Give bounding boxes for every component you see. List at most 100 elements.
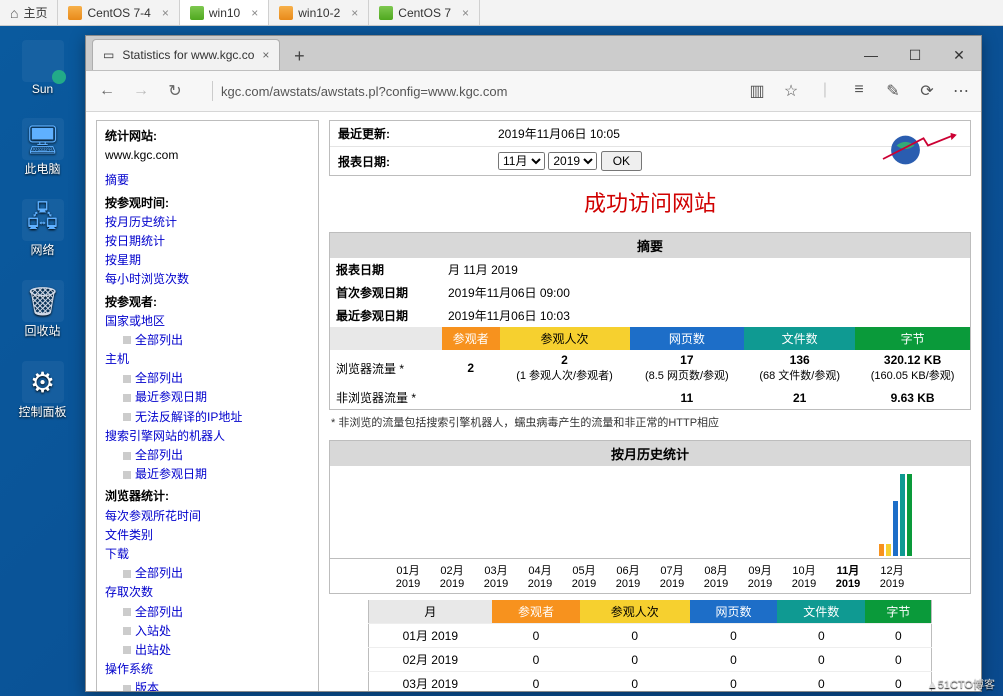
month-select[interactable]: 11月 (498, 152, 545, 170)
report-date-label: 报表日期: (338, 153, 428, 170)
notes-icon[interactable]: ✎ (883, 81, 903, 101)
minimize-button[interactable]: — (849, 40, 893, 70)
success-banner: 成功访问网站 (329, 182, 971, 226)
link-access[interactable]: 存取次数 (105, 585, 153, 599)
link-robots[interactable]: 搜索引擎网站的机器人 (105, 429, 225, 443)
address-bar[interactable]: kgc.com/awstats/awstats.pl?config=www.kg… (198, 78, 735, 104)
heading-by-visitor: 按参观者: (105, 293, 310, 312)
summary-note: * 非浏览的流量包括搜索引擎机器人，蠕虫病毒产生的流量和非正常的HTTP相应 (329, 410, 971, 434)
table-row: 03月 201900000 (368, 672, 932, 692)
heading-browser-stats: 浏览器统计: (105, 487, 310, 506)
link-file-type[interactable]: 文件类别 (105, 528, 153, 542)
close-icon[interactable]: × (262, 48, 269, 62)
hub-icon[interactable]: ≡ (849, 81, 869, 101)
link-os-version[interactable]: 版本 (135, 679, 159, 691)
row-nonbrowser-traffic: 非浏览器流量 * 11 21 9.63 KB (330, 386, 971, 410)
vm-icon (68, 6, 82, 20)
monthly-axis: 01月201902月201903月201904月201905月201906月20… (329, 559, 971, 594)
link-monthly[interactable]: 按月历史统计 (105, 215, 177, 229)
folder-icon (22, 40, 64, 82)
close-icon[interactable]: × (462, 6, 469, 20)
share-icon[interactable]: ⟳ (917, 81, 937, 101)
watermark: ▲51CTO博客 (927, 676, 995, 692)
new-tab-button[interactable]: + (284, 42, 314, 70)
link-download-all[interactable]: 全部列出 (135, 564, 183, 583)
link-access-exit[interactable]: 出站处 (135, 641, 171, 660)
browser-toolbar: ← → ↻ kgc.com/awstats/awstats.pl?config=… (86, 70, 981, 112)
link-os[interactable]: 操作系统 (105, 662, 153, 676)
header-panel: 最近更新: 2019年11月06日 10:05 报表日期: (329, 120, 971, 176)
link-host-all[interactable]: 全部列出 (135, 369, 183, 388)
desktop-icon-network[interactable]: 🖧网络 (10, 199, 75, 258)
vm-tab-bar: 主页 CentOS 7-4× win10× win10-2× CentOS 7× (0, 0, 1003, 26)
summary-title: 摘要 (329, 232, 971, 258)
desktop-icon-sun[interactable]: Sun (10, 40, 75, 96)
home-icon (10, 5, 18, 21)
home-label: 主页 (23, 4, 47, 21)
vm-tab-1[interactable]: win10× (180, 0, 269, 25)
sidebar: 统计网站: www.kgc.com 摘要 按参观时间: 按月历史统计 按日期统计… (96, 120, 319, 691)
vm-icon (279, 6, 293, 20)
monthly-title: 按月历史统计 (329, 440, 971, 466)
link-country[interactable]: 国家或地区 (105, 314, 165, 328)
year-select[interactable]: 2019 (548, 152, 597, 170)
link-visit-time[interactable]: 每次参观所花时间 (105, 509, 201, 523)
axis-month: 12月2019 (876, 562, 908, 590)
browser-window: ▭ Statistics for www.kgc.co × + — ☐ ✕ ← … (85, 35, 982, 692)
table-row: 01月 201900000 (368, 624, 932, 648)
link-host-recent[interactable]: 最近参观日期 (135, 388, 207, 407)
link-daily[interactable]: 按日期统计 (105, 234, 165, 248)
trash-icon: 🗑 (22, 280, 64, 322)
desktop-icon-recycle[interactable]: 🗑回收站 (10, 280, 75, 339)
control-panel-icon: ⚙ (22, 361, 64, 403)
vm-icon (379, 6, 393, 20)
axis-month: 01月2019 (392, 562, 424, 590)
desktop-icons: Sun 🖥此电脑 🖧网络 🗑回收站 ⚙控制面板 (10, 40, 75, 420)
site-label: 统计网站: (105, 129, 157, 143)
vm-tab-0[interactable]: CentOS 7-4× (58, 0, 179, 25)
favorite-icon[interactable]: ☆ (781, 81, 801, 101)
axis-month: 07月2019 (656, 562, 688, 590)
pc-icon: 🖥 (22, 118, 64, 160)
site-value: www.kgc.com (105, 146, 310, 165)
back-button[interactable]: ← (96, 80, 118, 102)
link-access-entry[interactable]: 入站处 (135, 622, 171, 641)
browser-tab[interactable]: ▭ Statistics for www.kgc.co × (92, 39, 280, 70)
axis-month: 10月2019 (788, 562, 820, 590)
row-browser-traffic: 浏览器流量 * 2 2(1 参观人次/参观者) 17(8.5 网页数/参观) 1… (330, 350, 971, 386)
link-summary[interactable]: 摘要 (105, 173, 129, 187)
reading-icon[interactable]: ▥ (747, 81, 767, 101)
vm-tab-3[interactable]: CentOS 7× (369, 0, 480, 25)
link-host[interactable]: 主机 (105, 352, 129, 366)
axis-month: 03月2019 (480, 562, 512, 590)
link-download[interactable]: 下载 (105, 547, 129, 561)
close-icon[interactable]: × (251, 6, 258, 20)
link-host-unresolved[interactable]: 无法反解译的IP地址 (135, 408, 242, 427)
axis-month: 11月2019 (832, 562, 864, 590)
refresh-button[interactable]: ↻ (164, 80, 186, 102)
desktop-icon-control[interactable]: ⚙控制面板 (10, 361, 75, 420)
link-access-all[interactable]: 全部列出 (135, 603, 183, 622)
axis-month: 04月2019 (524, 562, 556, 590)
link-robots-all[interactable]: 全部列出 (135, 446, 183, 465)
monthly-chart (329, 466, 971, 559)
axis-month: 06月2019 (612, 562, 644, 590)
browser-tabstrip: ▭ Statistics for www.kgc.co × + — ☐ ✕ (86, 36, 981, 70)
close-icon[interactable]: × (351, 6, 358, 20)
link-hourly[interactable]: 每小时浏览次数 (105, 272, 189, 286)
close-button[interactable]: ✕ (937, 40, 981, 70)
link-robots-recent[interactable]: 最近参观日期 (135, 465, 207, 484)
close-icon[interactable]: × (162, 6, 169, 20)
link-country-all[interactable]: 全部列出 (135, 331, 183, 350)
home-tab[interactable]: 主页 (0, 0, 58, 25)
vm-tab-2[interactable]: win10-2× (269, 0, 369, 25)
forward-button[interactable]: → (130, 80, 152, 102)
maximize-button[interactable]: ☐ (893, 40, 937, 70)
link-weekday[interactable]: 按星期 (105, 253, 141, 267)
axis-month: 05月2019 (568, 562, 600, 590)
ok-button[interactable]: OK (601, 151, 642, 171)
more-icon[interactable]: ⋯ (951, 81, 971, 101)
desktop-icon-pc[interactable]: 🖥此电脑 (10, 118, 75, 177)
monthly-section: 按月历史统计 01月201902月201903月201904月201905月20… (329, 440, 971, 691)
vm-icon (190, 6, 204, 20)
